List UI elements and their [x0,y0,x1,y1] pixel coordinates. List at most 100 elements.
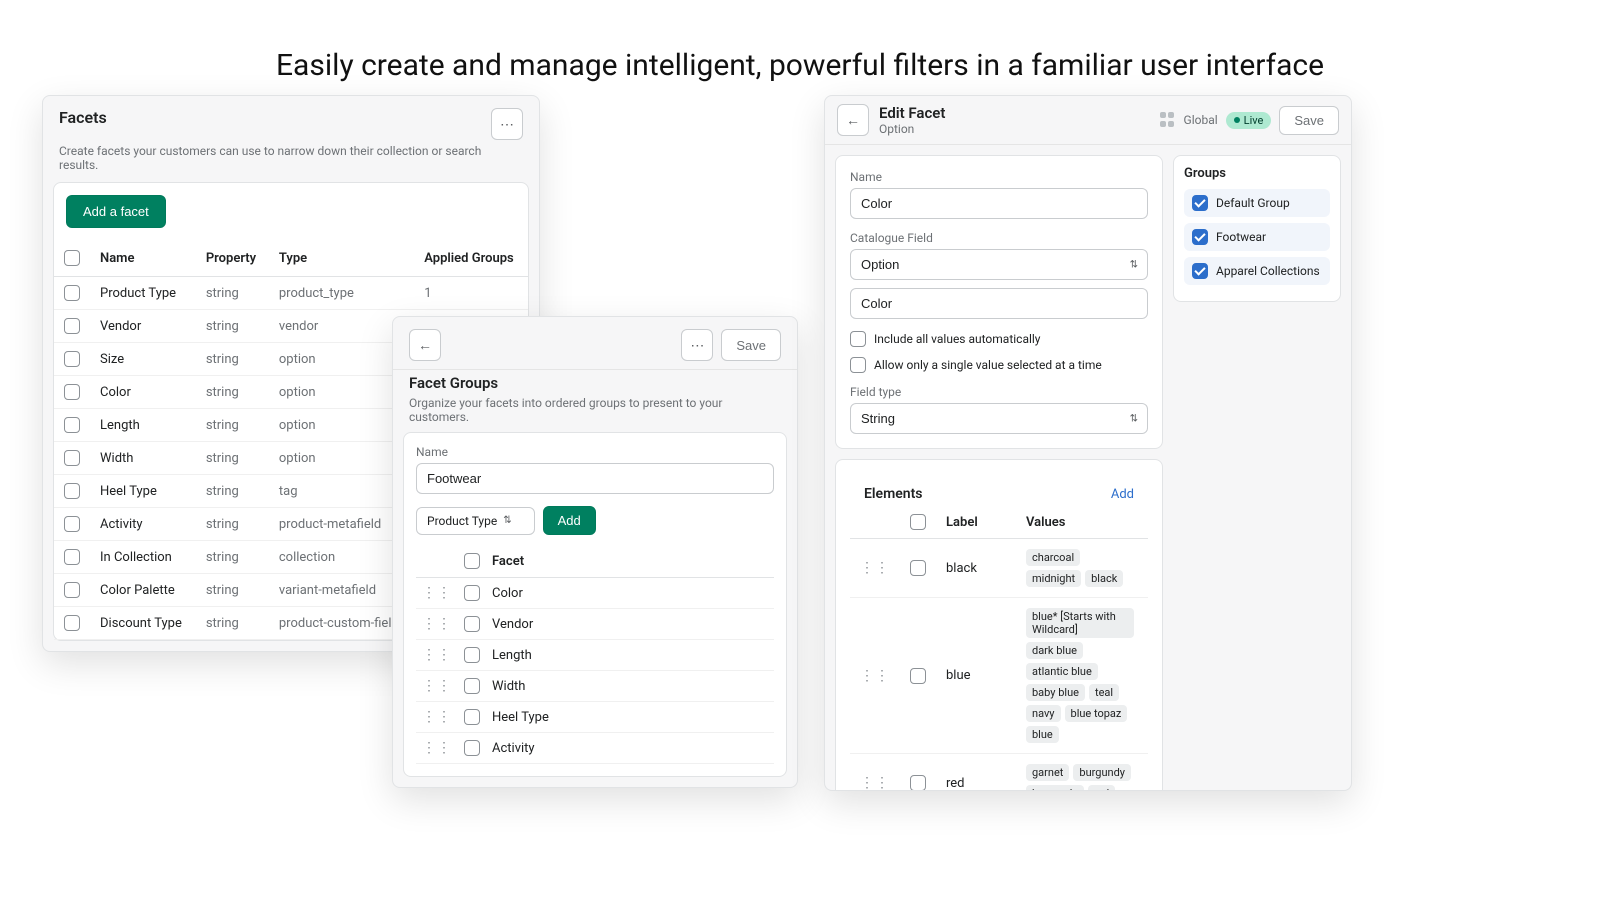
value-tag[interactable]: atlantic blue [1026,663,1098,680]
row-checkbox[interactable] [464,585,480,601]
list-item[interactable]: ⋮⋮ Length [416,640,774,671]
add-facet-button[interactable]: Add a facet [66,195,166,228]
group-checkbox[interactable] [1192,263,1208,279]
field-type-label: Field type [850,385,1148,399]
value-tag[interactable]: burgundy [1073,764,1131,781]
cell-applied: 1 [414,277,528,310]
value-tag[interactable]: garnet [1026,764,1069,781]
include-all-checkbox[interactable] [850,331,866,347]
row-checkbox[interactable] [464,616,480,632]
more-button[interactable]: ⋯ [681,329,713,361]
save-button[interactable]: Save [1279,106,1339,135]
row-checkbox[interactable] [64,450,80,466]
list-item[interactable]: ⋮⋮ Vendor [416,609,774,640]
row-checkbox[interactable] [64,285,80,301]
facet-name: Vendor [486,609,774,640]
table-row[interactable]: Product Typestringproduct_type1 [54,277,528,310]
name-label: Name [416,445,774,459]
value-tag[interactable]: black [1085,570,1123,587]
drag-handle-icon[interactable]: ⋮⋮ [422,678,452,694]
cell-name: Activity [90,508,196,541]
row-checkbox[interactable] [464,709,480,725]
value-tag[interactable]: blue* [Starts with Wildcard] [1026,608,1134,638]
group-checkbox[interactable] [1192,195,1208,211]
drag-handle-icon[interactable]: ⋮⋮ [422,647,452,663]
row-checkbox[interactable] [464,647,480,663]
col-facet: Facet [486,545,774,578]
drag-handle-icon[interactable]: ⋮⋮ [422,585,452,601]
drag-handle-icon[interactable]: ⋮⋮ [860,775,890,791]
row-checkbox[interactable] [64,582,80,598]
value-tag[interactable]: blue [1026,726,1059,743]
group-label: Footwear [1216,230,1266,244]
row-checkbox[interactable] [64,483,80,499]
catalogue-sub-input[interactable] [850,288,1148,319]
drag-handle-icon[interactable]: ⋮⋮ [860,560,890,576]
add-button[interactable]: Add [543,506,596,535]
row-checkbox[interactable] [64,351,80,367]
group-name-input[interactable] [416,463,774,494]
value-tag[interactable]: teal [1089,684,1119,701]
cell-name: Product Type [90,277,196,310]
list-item[interactable]: ⋮⋮Color [416,578,774,609]
row-checkbox[interactable] [464,678,480,694]
value-tag[interactable]: blue topaz [1065,705,1128,722]
select-all-checkbox[interactable] [910,514,926,530]
row-checkbox[interactable] [910,668,926,684]
row-checkbox[interactable] [64,384,80,400]
facet-groups-panel: ← ⋯ Save Facet Groups Organize your face… [392,316,798,788]
row-checkbox[interactable] [910,560,926,576]
value-tag[interactable]: burgandy [1026,785,1084,791]
cell-name: Vendor [90,310,196,343]
element-label: black [936,539,1016,598]
drag-handle-icon[interactable]: ⋮⋮ [422,709,452,725]
element-values: charcoal midnightblack [1016,539,1148,598]
back-button[interactable]: ← [837,104,869,136]
drag-handle-icon[interactable]: ⋮⋮ [860,668,890,684]
back-button[interactable]: ← [409,329,441,361]
cell-property: string [196,376,269,409]
value-tag[interactable]: baby blue [1026,684,1085,701]
facet-name-input[interactable] [850,188,1148,219]
value-tag[interactable]: navy [1026,705,1061,722]
element-row[interactable]: ⋮⋮blackcharcoalmidnightblack [850,539,1148,598]
value-tag[interactable]: charcoal [1026,549,1080,566]
row-checkbox[interactable] [64,549,80,565]
group-item[interactable]: Apparel Collections [1184,257,1330,285]
catalogue-select[interactable] [850,249,1148,280]
drag-handle-icon[interactable]: ⋮⋮ [422,616,452,632]
select-all-checkbox[interactable] [64,250,80,266]
cell-property: string [196,475,269,508]
value-tag[interactable]: midnight [1026,570,1081,587]
group-label: Default Group [1216,196,1290,210]
facet-name: Length [486,640,774,671]
list-item[interactable]: ⋮⋮ Width [416,671,774,702]
facet-name: Width [486,671,774,702]
single-value-checkbox[interactable] [850,357,866,373]
row-checkbox[interactable] [64,516,80,532]
save-button[interactable]: Save [721,329,781,361]
element-row[interactable]: ⋮⋮redgarnetburgundyburgandyred [850,754,1148,792]
row-checkbox[interactable] [64,318,80,334]
field-type-select[interactable] [850,403,1148,434]
group-checkbox[interactable] [1192,229,1208,245]
list-item[interactable]: ⋮⋮Heel Type [416,702,774,733]
value-tag[interactable]: dark blue [1026,642,1083,659]
cell-property: string [196,607,269,640]
row-checkbox[interactable] [64,615,80,631]
group-item[interactable]: Default Group [1184,189,1330,217]
add-element-link[interactable]: Add [1111,487,1134,502]
drag-handle-icon[interactable]: ⋮⋮ [422,740,452,756]
list-item[interactable]: ⋮⋮Activity [416,733,774,764]
value-tag[interactable]: red [1088,785,1116,791]
row-checkbox[interactable] [910,775,926,791]
more-button[interactable]: ⋯ [491,108,523,140]
cell-name: In Collection [90,541,196,574]
row-checkbox[interactable] [64,417,80,433]
group-item[interactable]: Footwear [1184,223,1330,251]
product-type-select[interactable]: Product Type⇅ [416,507,535,535]
select-all-checkbox[interactable] [464,553,480,569]
cell-name: Length [90,409,196,442]
element-row[interactable]: ⋮⋮ blue blue* [Starts with Wildcard] dark b… [850,598,1148,754]
row-checkbox[interactable] [464,740,480,756]
